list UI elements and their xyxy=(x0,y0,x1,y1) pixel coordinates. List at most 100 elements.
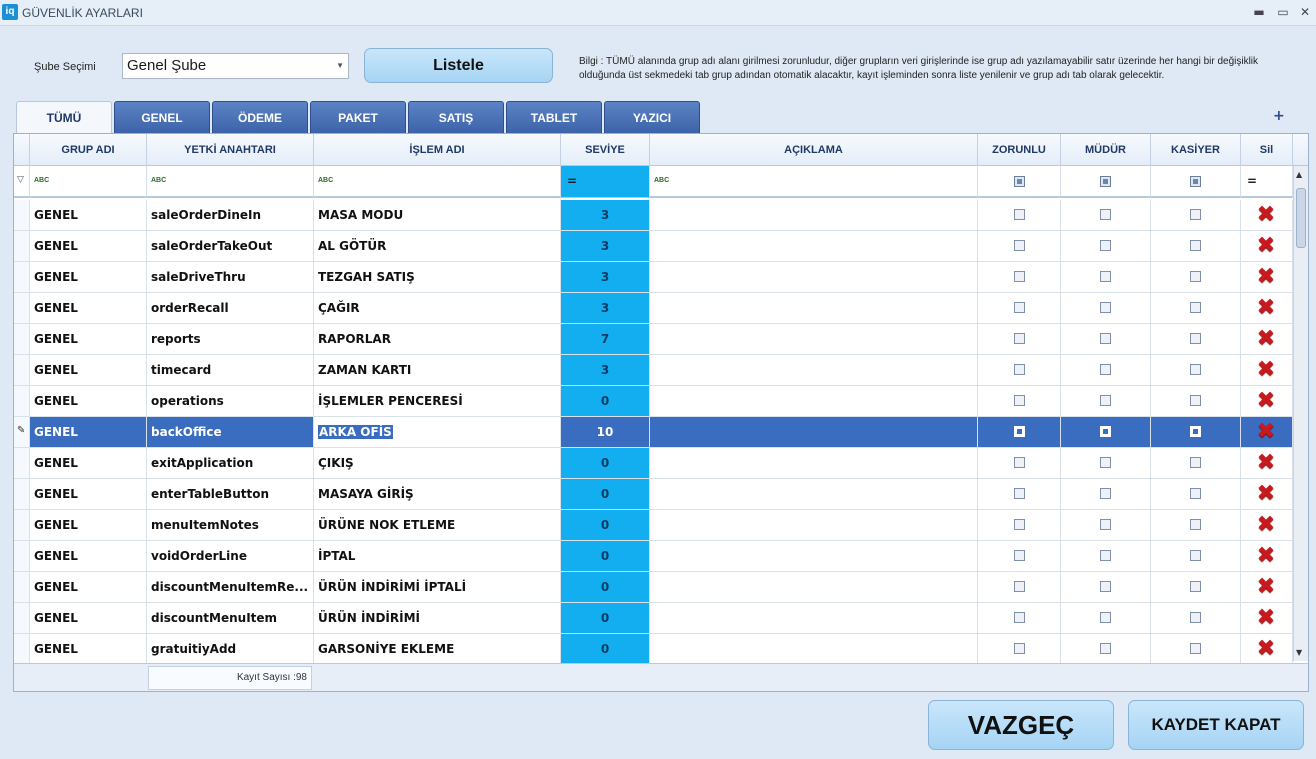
required-checkbox[interactable] xyxy=(1014,581,1025,592)
row-indicator[interactable] xyxy=(14,262,30,292)
row-indicator[interactable] xyxy=(14,448,30,478)
filter-manager[interactable] xyxy=(1061,166,1151,197)
table-row[interactable]: GENEL menuItemNotes ÜRÜNE NOK ETLEME 0 ✖ xyxy=(14,510,1293,541)
cell-level[interactable]: 0 xyxy=(561,634,650,664)
save-close-button[interactable]: KAYDET KAPAT xyxy=(1128,700,1304,750)
tab-2[interactable]: ÖDEME xyxy=(212,101,308,133)
cell-key[interactable]: discountMenuItemRe... xyxy=(147,572,314,602)
table-row[interactable]: GENEL reports RAPORLAR 7 ✖ xyxy=(14,324,1293,355)
row-indicator[interactable] xyxy=(14,479,30,509)
table-row[interactable]: GENEL timecard ZAMAN KARTI 3 ✖ xyxy=(14,355,1293,386)
tab-6[interactable]: YAZICI xyxy=(604,101,700,133)
cell-group[interactable]: GENEL xyxy=(30,200,147,230)
cell-key[interactable]: saleDriveThru xyxy=(147,262,314,292)
row-indicator[interactable] xyxy=(14,231,30,261)
cell-description[interactable] xyxy=(650,510,978,540)
cashier-checkbox[interactable] xyxy=(1190,240,1201,251)
manager-checkbox[interactable] xyxy=(1100,550,1111,561)
cell-description[interactable] xyxy=(650,417,978,447)
branch-select[interactable]: Genel Şube ▼ xyxy=(122,53,349,79)
delete-icon[interactable]: ✖ xyxy=(1255,328,1277,350)
row-indicator[interactable] xyxy=(14,603,30,633)
add-tab-icon[interactable]: + xyxy=(1273,108,1285,124)
cell-level[interactable]: 7 xyxy=(561,324,650,354)
cell-operation[interactable]: ÜRÜNE NOK ETLEME xyxy=(314,510,561,540)
table-row[interactable]: GENEL orderRecall ÇAĞIR 3 ✖ xyxy=(14,293,1293,324)
cell-key[interactable]: voidOrderLine xyxy=(147,541,314,571)
cell-level[interactable]: 0 xyxy=(561,448,650,478)
cell-operation[interactable]: ZAMAN KARTI xyxy=(314,355,561,385)
row-indicator[interactable] xyxy=(14,386,30,416)
table-row[interactable]: GENEL saleOrderDineIn MASA MODU 3 ✖ xyxy=(14,200,1293,231)
cell-group[interactable]: GENEL xyxy=(30,634,147,664)
column-header-delete[interactable]: Sil xyxy=(1241,134,1293,166)
required-checkbox[interactable] xyxy=(1014,457,1025,468)
column-header-manager[interactable]: MÜDÜR xyxy=(1061,134,1151,166)
table-row[interactable]: GENEL discountMenuItem ÜRÜN İNDİRİMİ 0 ✖ xyxy=(14,603,1293,634)
cell-key[interactable]: backOffice xyxy=(147,417,314,447)
table-row[interactable]: ✎ GENEL backOffice ARKA OFİS 10 ✖ xyxy=(14,417,1293,448)
cell-key[interactable]: timecard xyxy=(147,355,314,385)
cashier-checkbox[interactable] xyxy=(1190,612,1201,623)
cell-level[interactable]: 0 xyxy=(561,386,650,416)
column-header-level[interactable]: SEVİYE xyxy=(561,134,650,166)
cell-key[interactable]: enterTableButton xyxy=(147,479,314,509)
cell-description[interactable] xyxy=(650,448,978,478)
delete-icon[interactable]: ✖ xyxy=(1255,545,1277,567)
cell-key[interactable]: reports xyxy=(147,324,314,354)
cancel-button[interactable]: VAZGEÇ xyxy=(928,700,1114,750)
cell-operation[interactable]: İPTAL xyxy=(314,541,561,571)
manager-checkbox[interactable] xyxy=(1100,488,1111,499)
manager-checkbox[interactable] xyxy=(1100,240,1111,251)
cell-operation[interactable]: GARSONİYE EKLEME xyxy=(314,634,561,664)
manager-checkbox[interactable] xyxy=(1100,457,1111,468)
column-header-group[interactable]: GRUP ADI xyxy=(30,134,147,166)
cashier-checkbox[interactable] xyxy=(1190,333,1201,344)
cell-level[interactable]: 3 xyxy=(561,231,650,261)
cell-operation-text[interactable]: ARKA OFİS xyxy=(318,425,393,439)
table-row[interactable]: GENEL enterTableButton MASAYA GİRİŞ 0 ✖ xyxy=(14,479,1293,510)
cell-group[interactable]: GENEL xyxy=(30,479,147,509)
tab-1[interactable]: GENEL xyxy=(114,101,210,133)
cell-group[interactable]: GENEL xyxy=(30,262,147,292)
cell-description[interactable] xyxy=(650,634,978,664)
cashier-checkbox[interactable] xyxy=(1190,302,1201,313)
column-header-cashier[interactable]: KASİYER xyxy=(1151,134,1241,166)
filter-required[interactable] xyxy=(978,166,1061,197)
tab-0[interactable]: TÜMÜ xyxy=(16,101,112,133)
required-checkbox[interactable] xyxy=(1014,643,1025,654)
column-header-description[interactable]: AÇIKLAMA xyxy=(650,134,978,166)
required-checkbox[interactable] xyxy=(1014,240,1025,251)
cashier-checkbox[interactable] xyxy=(1190,581,1201,592)
cell-key[interactable]: saleOrderDineIn xyxy=(147,200,314,230)
filter-delete[interactable]: = xyxy=(1241,166,1293,197)
cashier-checkbox[interactable] xyxy=(1190,209,1201,220)
table-row[interactable]: GENEL exitApplication ÇIKIŞ 0 ✖ xyxy=(14,448,1293,479)
cell-group[interactable]: GENEL xyxy=(30,293,147,323)
required-checkbox[interactable] xyxy=(1014,395,1025,406)
delete-icon[interactable]: ✖ xyxy=(1255,514,1277,536)
cashier-checkbox[interactable] xyxy=(1190,488,1201,499)
cell-operation[interactable]: AL GÖTÜR xyxy=(314,231,561,261)
cell-description[interactable] xyxy=(650,293,978,323)
required-checkbox[interactable] xyxy=(1014,364,1025,375)
cell-key[interactable]: exitApplication xyxy=(147,448,314,478)
manager-checkbox[interactable] xyxy=(1100,302,1111,313)
cell-operation[interactable]: ÇIKIŞ xyxy=(314,448,561,478)
cell-level[interactable]: 0 xyxy=(561,541,650,571)
filter-level[interactable]: = xyxy=(561,166,650,197)
cashier-checkbox[interactable] xyxy=(1190,643,1201,654)
cell-operation[interactable]: ÜRÜN İNDİRİMİ İPTALİ xyxy=(314,572,561,602)
cell-operation[interactable]: ÜRÜN İNDİRİMİ xyxy=(314,603,561,633)
chevron-down-icon[interactable]: ▼ xyxy=(336,54,344,78)
cell-key[interactable]: discountMenuItem xyxy=(147,603,314,633)
cashier-checkbox[interactable] xyxy=(1190,271,1201,282)
filter-group[interactable]: ABC xyxy=(30,166,147,197)
table-row[interactable]: GENEL saleDriveThru TEZGAH SATIŞ 3 ✖ xyxy=(14,262,1293,293)
cashier-checkbox[interactable] xyxy=(1190,395,1201,406)
row-indicator[interactable]: ✎ xyxy=(14,417,30,447)
cell-operation[interactable]: RAPORLAR xyxy=(314,324,561,354)
delete-icon[interactable]: ✖ xyxy=(1255,483,1277,505)
delete-icon[interactable]: ✖ xyxy=(1255,359,1277,381)
table-row[interactable]: GENEL gratuitiyAdd GARSONİYE EKLEME 0 ✖ xyxy=(14,634,1293,665)
